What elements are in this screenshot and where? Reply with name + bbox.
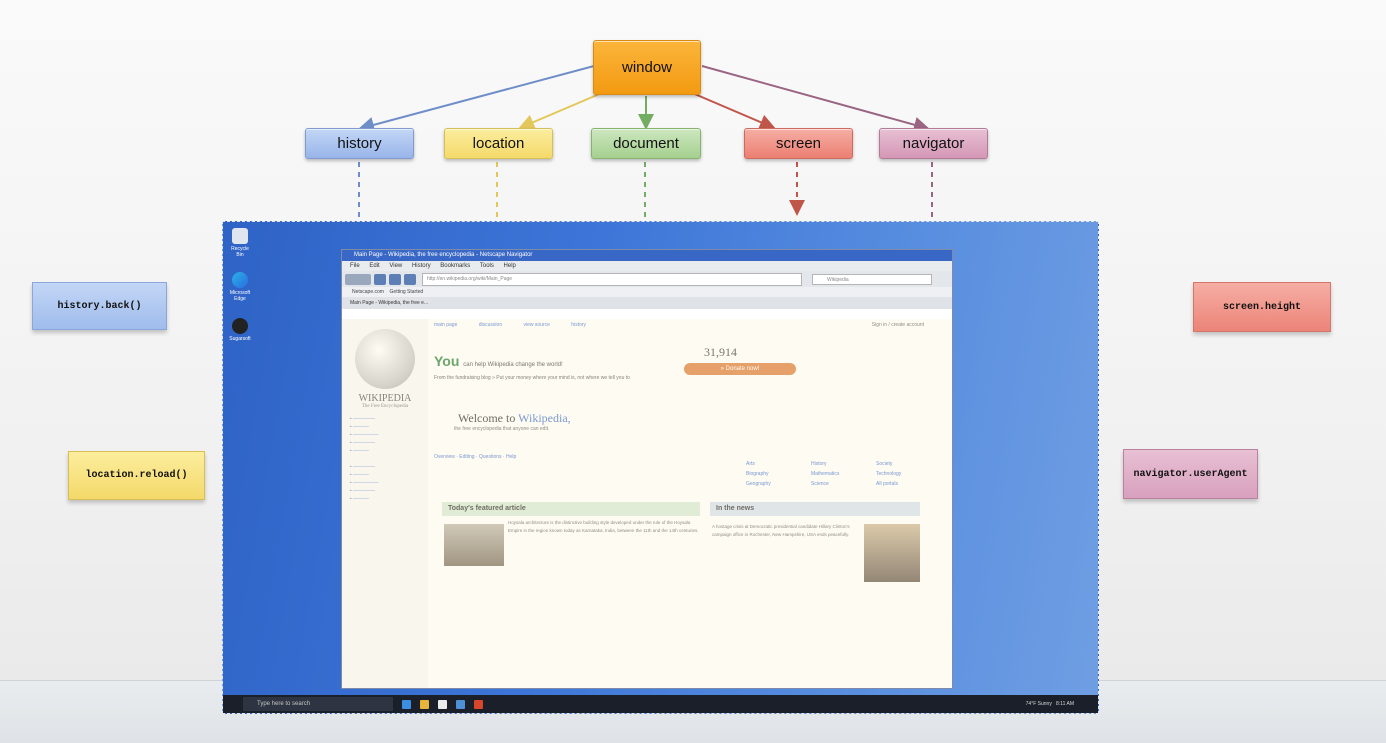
- bookmarks-bar: Netscape.com Getting Started: [342, 287, 952, 297]
- node-location: location: [444, 128, 553, 159]
- document-highlight: [342, 319, 952, 688]
- bookmark-getting-started[interactable]: Getting Started: [390, 289, 424, 295]
- folder-taskbar-icon[interactable]: [420, 699, 429, 709]
- forward-button[interactable]: [374, 273, 386, 285]
- edge-window-location: [518, 91, 605, 130]
- browser-search-box[interactable]: Wikipedia: [812, 273, 932, 285]
- weather-text[interactable]: 74°F Sunny: [1026, 701, 1052, 707]
- menu-tools[interactable]: Tools: [480, 263, 494, 269]
- node-screen: screen: [744, 128, 853, 159]
- menu-file[interactable]: File: [350, 263, 360, 269]
- browser-tab[interactable]: Main Page - Wikipedia, the free e...: [342, 297, 952, 309]
- browser-window: Main Page - Wikipedia, the free encyclop…: [341, 249, 953, 689]
- reload-button[interactable]: [389, 273, 401, 285]
- edge-window-history: [358, 65, 595, 133]
- node-document: document: [591, 128, 701, 159]
- node-navigator: navigator: [879, 128, 988, 159]
- mail-taskbar-icon[interactable]: [456, 699, 465, 709]
- store-taskbar-icon[interactable]: [438, 699, 447, 709]
- desktop-screenshot: Recycle Bin Microsoft Edge Sugarsoft Mai…: [222, 221, 1099, 714]
- recycle-bin-icon: [232, 228, 248, 244]
- bookmark-netscape[interactable]: Netscape.com: [352, 289, 384, 295]
- edge-window-navigator: [701, 65, 930, 133]
- note-navigator-useragent: navigator.userAgent: [1123, 449, 1258, 499]
- app-taskbar-icon[interactable]: [474, 699, 483, 709]
- browser-title-bar: Main Page - Wikipedia, the free encyclop…: [342, 250, 952, 261]
- node-history: history: [305, 128, 414, 159]
- desktop-icon-edge[interactable]: Microsoft Edge: [229, 272, 251, 302]
- taskbar-search[interactable]: Type here to search: [243, 697, 393, 711]
- desktop-icon-recycle-bin[interactable]: Recycle Bin: [229, 228, 251, 258]
- node-window: window: [593, 40, 701, 95]
- sugarsoft-icon: [232, 318, 248, 334]
- menu-edit[interactable]: Edit: [369, 263, 379, 269]
- edge-icon: [232, 272, 248, 288]
- desktop-icon-sugarsoft[interactable]: Sugarsoft: [229, 318, 251, 342]
- edge-taskbar-icon[interactable]: [402, 699, 411, 709]
- menu-view[interactable]: View: [389, 263, 402, 269]
- menu-help[interactable]: Help: [504, 263, 516, 269]
- menu-bookmarks[interactable]: Bookmarks: [440, 263, 470, 269]
- note-location-reload: location.reload(): [68, 451, 205, 500]
- menu-history[interactable]: History: [412, 263, 431, 269]
- edge-window-screen: [689, 91, 776, 130]
- windows-taskbar: Type here to search 74°F Sunny 8:11 AM: [223, 695, 1098, 713]
- system-tray: 74°F Sunny 8:11 AM: [1026, 695, 1074, 713]
- browser-menu-bar: File Edit View History Bookmarks Tools H…: [342, 261, 952, 271]
- clock-text[interactable]: 8:11 AM: [1056, 701, 1074, 707]
- back-button[interactable]: [345, 273, 371, 285]
- note-screen-height: screen.height: [1193, 282, 1331, 332]
- address-bar[interactable]: http://en.wikipedia.org/wiki/Main_Page: [422, 272, 802, 286]
- stop-button[interactable]: [404, 273, 416, 285]
- note-history-back: history.back(): [32, 282, 167, 330]
- browser-nav-bar: http://en.wikipedia.org/wiki/Main_Page W…: [342, 271, 952, 287]
